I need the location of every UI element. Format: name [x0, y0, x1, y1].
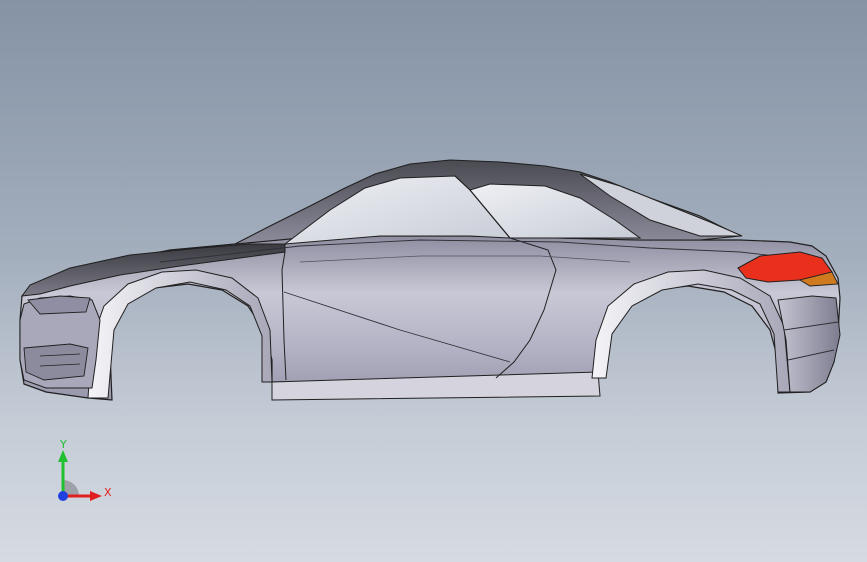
coordinate-triad: Y X — [58, 440, 112, 501]
car-body-model[interactable] — [0, 0, 867, 562]
headlight — [27, 295, 91, 315]
front-grille — [23, 343, 89, 381]
graphics-viewport[interactable]: Y X — [0, 0, 867, 562]
triad-x-arrow — [90, 491, 102, 501]
triad-y-arrow — [58, 450, 68, 462]
triad-z-axis — [58, 491, 68, 501]
triad-x-label: X — [104, 486, 112, 499]
triad-y-label: Y — [59, 440, 67, 451]
